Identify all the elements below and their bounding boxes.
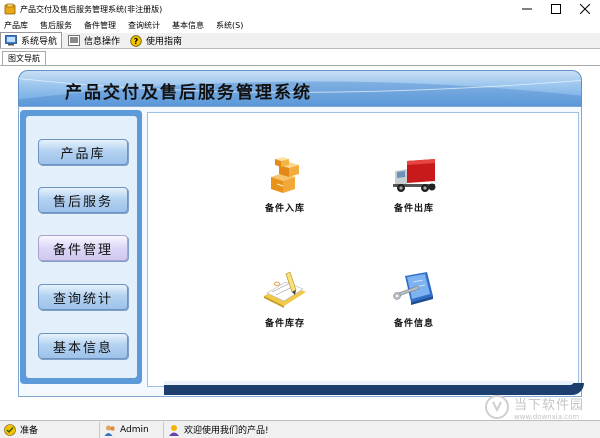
module-spare-parts-out[interactable]: 备件出库	[374, 155, 454, 225]
module-label: 备件库存	[264, 319, 305, 329]
close-icon	[580, 4, 590, 14]
banner: 产品交付及售后服务管理系统	[18, 70, 582, 107]
welcome-icon	[169, 424, 179, 436]
menu-system[interactable]: 系统(S)	[213, 18, 246, 33]
tab-user-guide[interactable]: ? 使用指南	[126, 33, 186, 48]
minimize-button[interactable]	[512, 0, 542, 18]
watermark-logo-icon	[485, 395, 509, 419]
tab-info-operation[interactable]: 信息操作	[64, 33, 124, 48]
truck-icon	[393, 159, 436, 192]
nav-button-query-statistics[interactable]: 查询统计	[38, 284, 128, 310]
module-label: 备件信息	[393, 319, 434, 329]
watermark: 当下软件园 www.downxia.com	[484, 392, 594, 422]
menu-after-sales[interactable]: 售后服务	[37, 18, 75, 33]
module-spare-parts-in[interactable]: 备件入库	[245, 155, 325, 225]
menu-bar: 产品库 售后服务 备件管理 查询统计 基本信息 系统(S)	[0, 18, 600, 33]
module-spare-parts-info[interactable]: 备件信息	[374, 270, 454, 340]
menu-basic-info[interactable]: 基本信息	[169, 18, 207, 33]
status-message: 欢迎使用我们的产品!	[184, 426, 269, 436]
menu-spare-parts[interactable]: 备件管理	[81, 18, 119, 33]
nav-button-after-sales[interactable]: 售后服务	[38, 187, 128, 213]
wrench-book-icon	[393, 272, 433, 305]
tab-label: 信息操作	[84, 37, 121, 47]
tab-label: 系统导航	[21, 37, 58, 47]
info-icon	[68, 35, 80, 46]
module-label: 备件入库	[264, 204, 305, 214]
title-bar: 产品交付及售后服务管理系统(非注册版)	[0, 0, 600, 18]
nav-button-spare-parts[interactable]: 备件管理	[38, 235, 128, 261]
maximize-icon	[551, 4, 561, 14]
maximize-button[interactable]	[541, 0, 571, 18]
user-icon	[104, 425, 115, 436]
status-ready-cell: 准备	[0, 421, 100, 438]
menu-product-library[interactable]: 产品库	[0, 18, 31, 33]
svg-text:?: ?	[134, 37, 139, 46]
bottom-decoration-highlight	[164, 381, 574, 385]
status-user: Admin	[120, 424, 149, 435]
notebook-icon	[264, 271, 306, 308]
boxes-icon	[271, 157, 299, 193]
watermark-text: 当下软件园	[514, 397, 585, 413]
tab-label: 使用指南	[146, 37, 183, 47]
module-label: 备件出库	[393, 204, 434, 214]
check-icon	[4, 423, 16, 436]
status-user-cell: Admin	[100, 421, 164, 438]
app-icon	[4, 3, 16, 15]
subtab-graphic-navigation[interactable]: 图文导航	[2, 51, 46, 65]
window-title: 产品交付及售后服务管理系统(非注册版)	[20, 4, 163, 14]
module-area	[147, 112, 579, 387]
help-icon: ?	[130, 34, 142, 47]
tab-system-navigation[interactable]: 系统导航	[0, 32, 63, 48]
menu-query-statistics[interactable]: 查询统计	[125, 18, 163, 33]
status-message-cell: 欢迎使用我们的产品!	[164, 422, 269, 438]
tab-bar: 系统导航 信息操作 ? 使用指南	[0, 32, 600, 49]
module-spare-parts-inventory[interactable]: 备件库存	[245, 270, 325, 340]
nav-button-basic-info[interactable]: 基本信息	[38, 333, 128, 359]
minimize-icon	[522, 8, 532, 10]
close-button[interactable]	[570, 0, 600, 18]
navigation-icon	[5, 35, 17, 46]
status-bar: 准备 Admin 欢迎使用我们的产品!	[0, 420, 600, 438]
banner-title: 产品交付及售后服务管理系统	[65, 83, 312, 103]
status-text: 准备	[20, 426, 39, 436]
nav-button-product-library[interactable]: 产品库	[38, 139, 128, 165]
